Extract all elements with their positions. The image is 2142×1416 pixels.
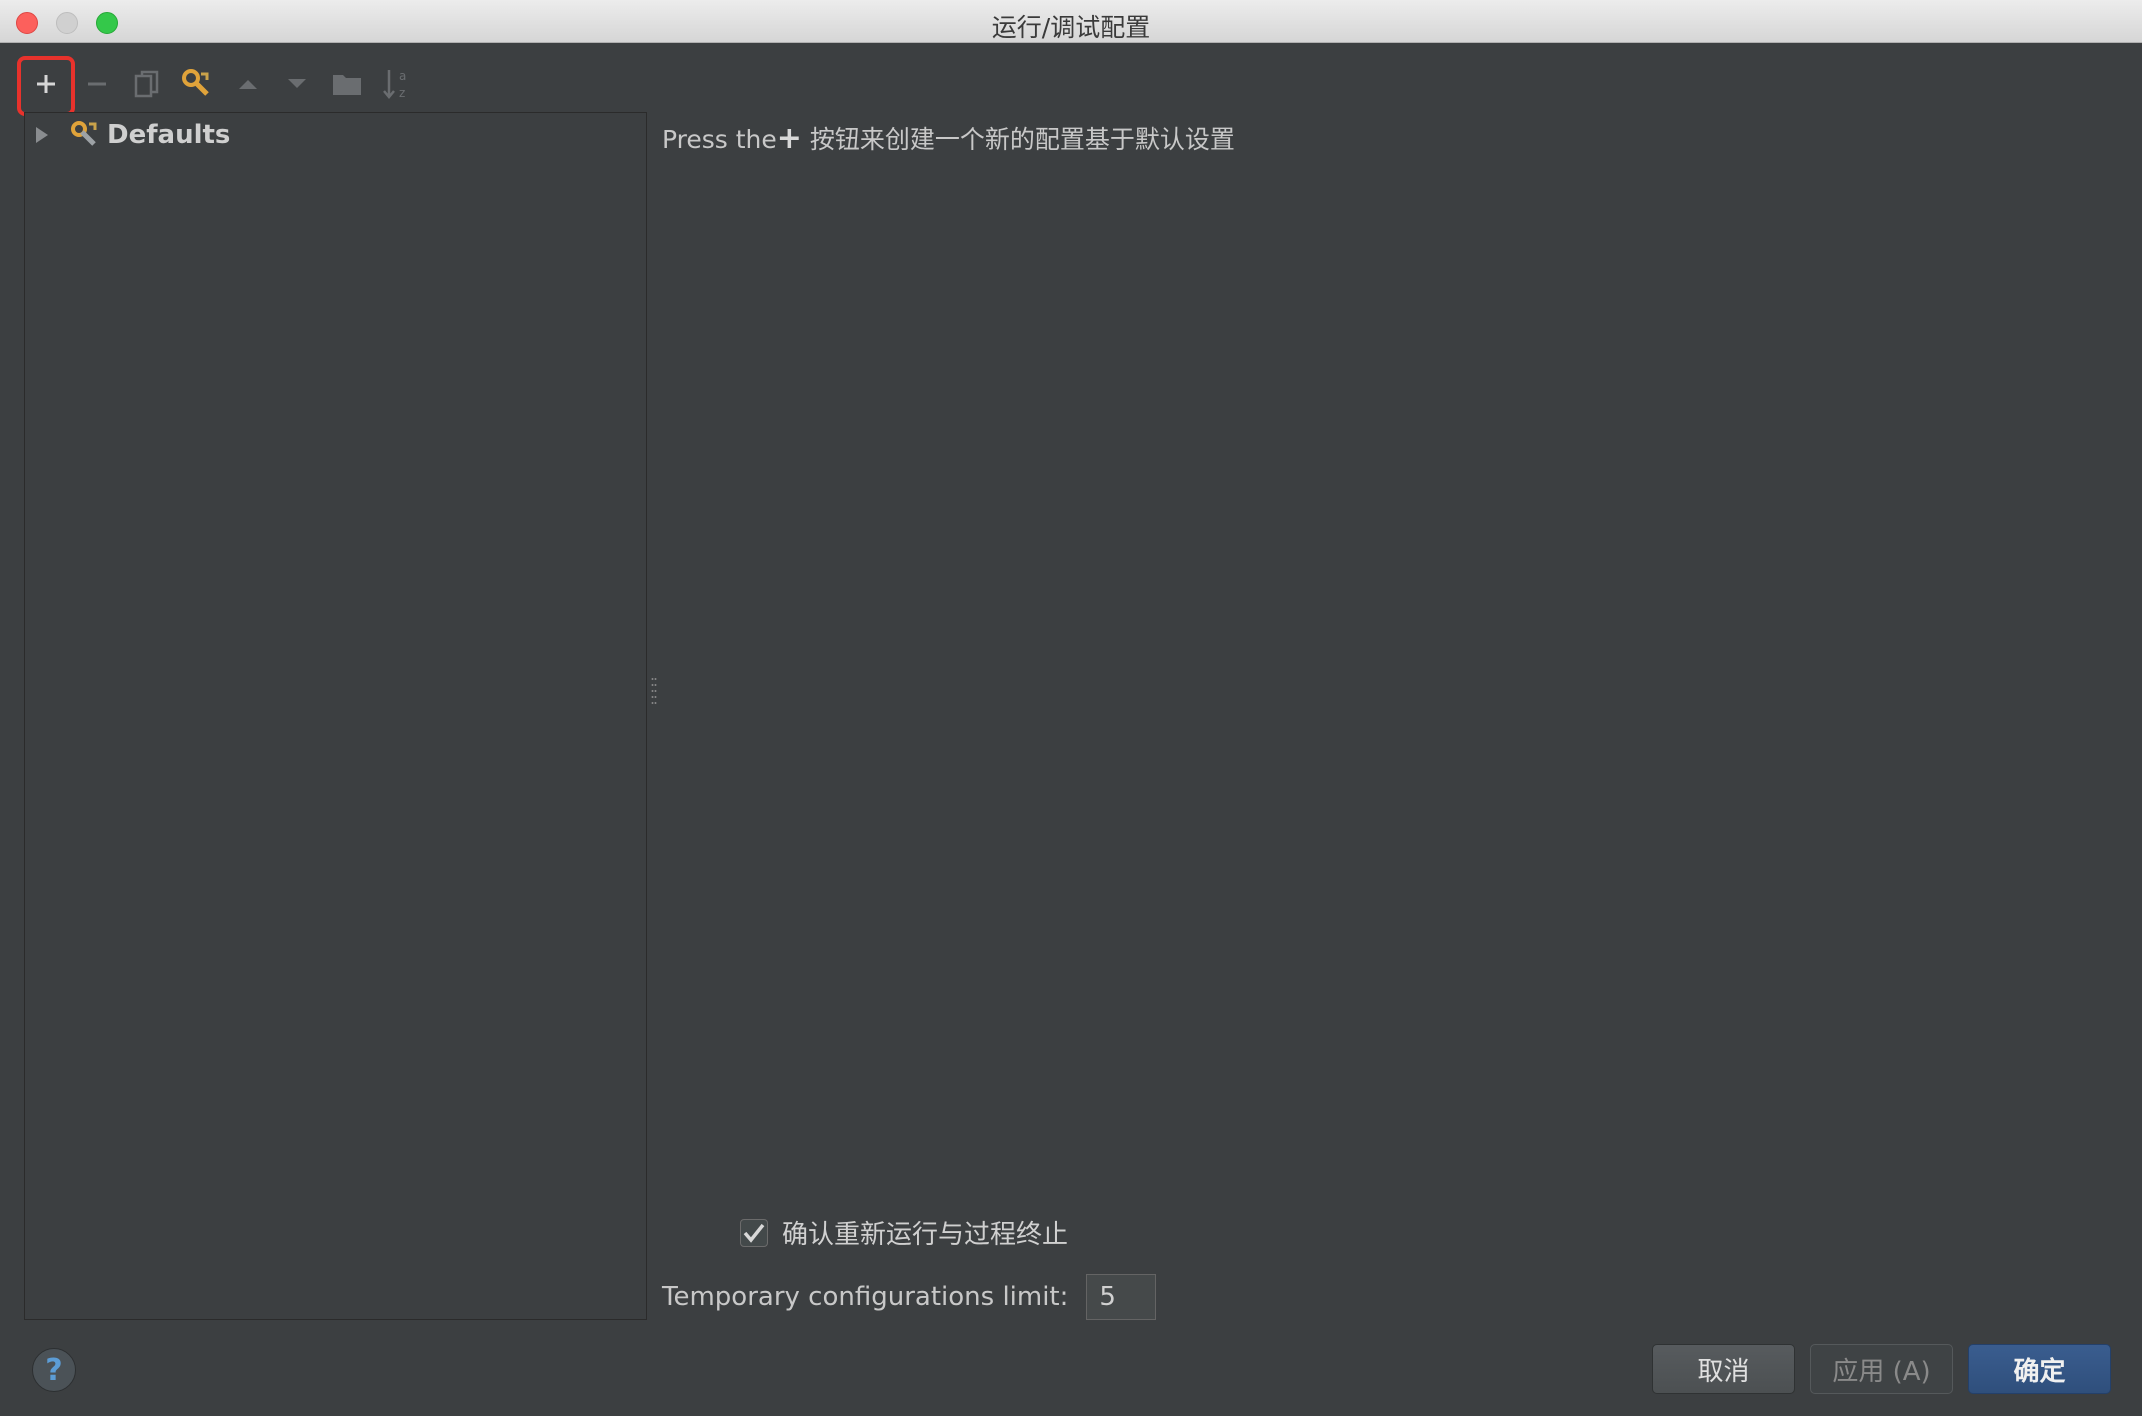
minus-icon [88, 82, 106, 86]
arrow-down-icon [288, 79, 306, 88]
arrow-up-icon [239, 80, 257, 89]
svg-text:z: z [399, 86, 405, 100]
plus-icon [37, 75, 55, 93]
svg-text:a: a [399, 69, 406, 83]
confirm-rerun-label: 确认重新运行与过程终止 [782, 1220, 1069, 1250]
window-title: 运行/调试配置 [991, 13, 1151, 42]
apply-button[interactable]: 应用 (A) [1810, 1344, 1953, 1394]
move-up-button[interactable] [229, 62, 267, 106]
wrench-icon [71, 121, 97, 146]
remove-configuration-button[interactable] [78, 62, 116, 106]
help-icon: ? [45, 1352, 63, 1388]
tree-item-label: Defaults [107, 120, 231, 150]
temp-limit-row: Temporary configurations limit: [662, 1274, 1157, 1320]
ok-button[interactable]: 确定 [1968, 1344, 2111, 1394]
hint-prefix: Press the [662, 125, 777, 154]
help-button[interactable]: ? [32, 1348, 76, 1392]
confirm-rerun-checkbox[interactable] [740, 1218, 768, 1247]
temp-limit-label: Temporary configurations limit: [662, 1282, 1069, 1312]
hint-suffix: 按钮来创建一个新的配置基于默认设置 [801, 125, 1235, 154]
configuration-tree[interactable]: Defaults [24, 112, 647, 1320]
cancel-button[interactable]: 取消 [1652, 1344, 1795, 1394]
empty-config-hint: Press the+ 按钮来创建一个新的配置基于默认设置 [662, 120, 1235, 156]
hint-plus-icon: + [776, 121, 802, 156]
copy-icon [134, 70, 159, 98]
sort-alpha-icon: a z [383, 69, 406, 100]
folder-icon [333, 75, 361, 95]
create-folder-button[interactable] [328, 62, 366, 106]
wrench-icon [182, 69, 209, 96]
move-down-button[interactable] [278, 62, 316, 106]
edit-defaults-button[interactable] [178, 62, 216, 106]
checkmark-icon [743, 1223, 765, 1243]
add-configuration-button[interactable] [27, 62, 65, 106]
copy-configuration-button[interactable] [128, 62, 166, 106]
confirm-rerun-row[interactable]: 确认重新运行与过程终止 [740, 1214, 1068, 1251]
panel-splitter[interactable] [651, 676, 657, 706]
title-bar: 运行/调试配置 [0, 0, 2142, 43]
temp-limit-input[interactable] [1086, 1274, 1157, 1320]
tree-item-defaults[interactable]: Defaults [33, 117, 230, 153]
expand-arrow-icon[interactable] [33, 125, 51, 145]
sort-configurations-button[interactable]: a z [378, 62, 416, 106]
